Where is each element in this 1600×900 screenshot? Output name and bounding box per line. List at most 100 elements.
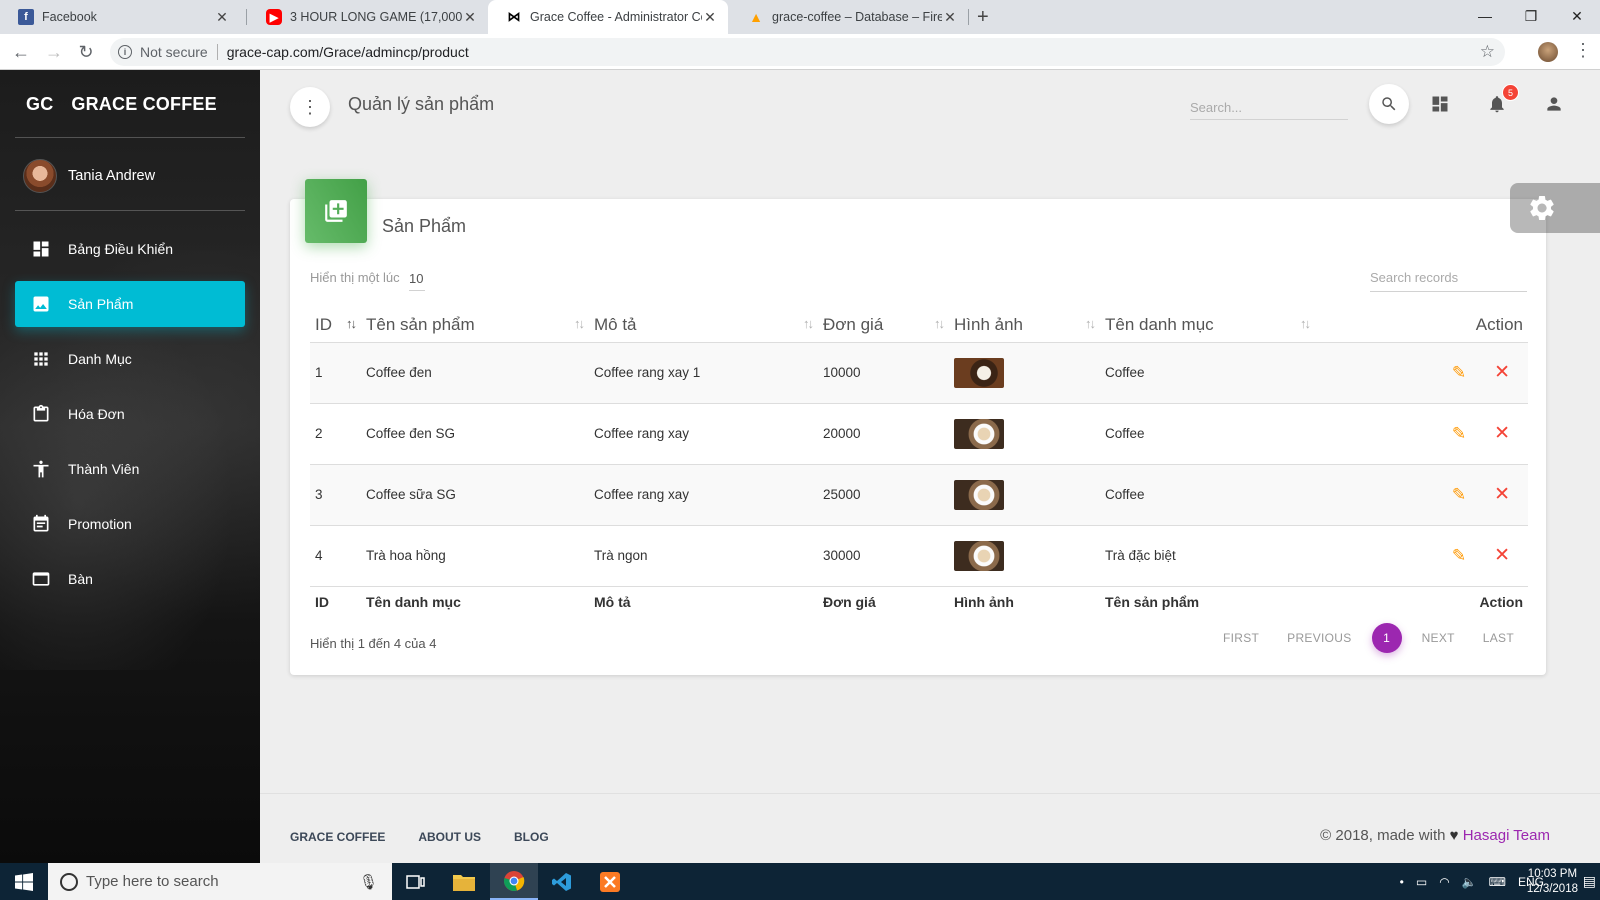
footer-link-home[interactable]: GRACE COFFEE (290, 830, 385, 844)
sidebar-toggle-button[interactable]: ⋮ (290, 87, 330, 127)
volume-icon[interactable]: 🔈 (1462, 875, 1477, 889)
browser-tab-youtube[interactable]: ▶ 3 HOUR LONG GAME (17,000+ A ✕ (248, 0, 488, 34)
restore-window-icon[interactable]: ❐ (1508, 0, 1554, 32)
edit-pencil-icon[interactable]: ✎ (1452, 424, 1466, 444)
sidebar-item-label: Danh Mục (68, 351, 132, 367)
bow-tie-icon: ⋈ (507, 9, 521, 24)
page-footer: GRACE COFFEE ABOUT US BLOG © 2018, made … (260, 793, 1600, 863)
file-explorer-icon[interactable] (440, 863, 488, 900)
edit-pencil-icon[interactable]: ✎ (1452, 546, 1466, 566)
sort-icon: ↑↓ (1085, 316, 1096, 331)
footer-link-blog[interactable]: BLOG (514, 830, 549, 844)
settings-plugin-button[interactable] (1510, 183, 1600, 233)
column-label: Hình ảnh (954, 314, 1023, 334)
microphone-icon[interactable]: 🎙 (359, 873, 378, 891)
brand-logo[interactable]: GC GRACE COFFEE (26, 94, 217, 115)
sidebar-item-members[interactable]: Thành Viên (15, 446, 245, 492)
user-name: Tania Andrew (68, 168, 156, 184)
table-row: 3 Coffee sữa SG Coffee rang xay 25000 Co… (310, 464, 1528, 525)
page-size-select[interactable]: 10 (409, 267, 425, 291)
footer-column-label: ID (315, 594, 329, 611)
column-header-image[interactable]: Hình ảnh ↑↓ (949, 308, 1100, 342)
dashboard-shortcut-icon[interactable] (1428, 92, 1452, 116)
battery-icon[interactable]: ▭ (1416, 875, 1427, 889)
search-icon (1382, 97, 1396, 111)
cell-name: Coffee sữa SG (366, 487, 456, 502)
cell-category: Trà đặc biệt (1105, 548, 1176, 563)
search-records-input[interactable] (1370, 263, 1527, 292)
team-link[interactable]: Hasagi Team (1463, 827, 1550, 844)
delete-x-icon[interactable]: ✕ (1494, 544, 1510, 567)
minimize-window-icon[interactable]: — (1462, 0, 1508, 32)
sidebar-item-invoices[interactable]: Hóa Đơn (15, 391, 245, 437)
top-search-input[interactable] (1190, 90, 1348, 120)
user-profile-icon[interactable] (1542, 92, 1566, 116)
pagination-current-page[interactable]: 1 (1371, 623, 1402, 653)
close-tab-icon[interactable]: ✕ (462, 9, 478, 25)
delete-x-icon[interactable]: ✕ (1494, 422, 1510, 445)
browser-menu-icon[interactable]: ⋮ (1574, 40, 1592, 61)
url-text[interactable]: grace-cap.com/Grace/admincp/product (227, 44, 469, 60)
column-header-category[interactable]: Tên danh mục ↑↓ (1100, 308, 1315, 342)
bookmark-star-icon[interactable]: ☆ (1480, 42, 1495, 62)
taskbar-search-box[interactable]: Type here to search 🎙 (48, 863, 392, 900)
browser-tab-strip: f Facebook ✕ ▶ 3 HOUR LONG GAME (17,000+… (0, 0, 1600, 34)
browser-toolbar: ← → ↻ i Not secure grace-cap.com/Grace/a… (0, 34, 1600, 70)
browser-profile-avatar[interactable] (1538, 42, 1558, 62)
sidebar-item-label: Bàn (68, 571, 93, 587)
address-bar[interactable]: i Not secure grace-cap.com/Grace/admincp… (110, 38, 1505, 66)
browser-tab-firebase[interactable]: ▲ grace-coffee – Database – Fireba ✕ (730, 0, 968, 34)
forward-arrow-icon[interactable]: → (42, 40, 66, 64)
search-button[interactable] (1369, 84, 1409, 124)
chrome-icon[interactable] (490, 863, 538, 900)
close-tab-icon[interactable]: ✕ (942, 9, 958, 25)
close-tab-icon[interactable]: ✕ (214, 9, 230, 25)
wifi-icon[interactable]: ◠ (1439, 875, 1449, 889)
info-icon[interactable]: i (118, 45, 132, 59)
column-header-description[interactable]: Mô tả ↑↓ (589, 308, 818, 342)
sidebar-item-dashboard[interactable]: Bảng Điều Khiển (15, 226, 245, 272)
notifications-icon[interactable]: 5 (1485, 84, 1519, 116)
keyboard-icon[interactable]: ⌨ (1489, 875, 1506, 889)
task-view-icon[interactable] (392, 863, 440, 900)
brand-name: GRACE COFFEE (71, 94, 217, 114)
column-header-id[interactable]: ID ↑↓ (310, 308, 361, 342)
delete-x-icon[interactable]: ✕ (1494, 483, 1510, 506)
sidebar-user[interactable]: Tania Andrew (23, 159, 155, 193)
close-window-icon[interactable]: ✕ (1554, 0, 1600, 32)
pagination-first-button[interactable]: FIRST (1209, 631, 1273, 645)
sidebar-item-promotion[interactable]: Promotion (15, 501, 245, 547)
pagination-previous-button[interactable]: PREVIOUS (1273, 631, 1365, 645)
sidebar-item-products[interactable]: Sản Phẩm (15, 281, 245, 327)
sidebar-item-tables[interactable]: Bàn (15, 556, 245, 602)
close-tab-icon[interactable]: ✕ (702, 9, 718, 25)
xampp-icon[interactable] (586, 863, 634, 900)
products-table: ID ↑↓ Tên sản phẩm ↑↓ Mô tả ↑↓ Đơn giá ↑↓ Hì… (310, 308, 1528, 618)
pagination-last-button[interactable]: LAST (1469, 631, 1528, 645)
action-center-icon[interactable]: ▤ (1583, 873, 1596, 890)
browser-tab-grace-coffee[interactable]: ⋈ Grace Coffee - Administrator Cor ✕ (488, 0, 728, 34)
browser-tab-facebook[interactable]: f Facebook ✕ (0, 0, 240, 34)
show-hidden-icons[interactable]: • (1400, 875, 1404, 889)
column-header-name[interactable]: Tên sản phẩm ↑↓ (361, 308, 589, 342)
table-row: 2 Coffee đen SG Coffee rang xay 20000 Co… (310, 403, 1528, 464)
security-label: Not secure (140, 44, 208, 60)
table-row: 4 Trà hoa hồng Trà ngon 30000 Trà đặc bi… (310, 525, 1528, 586)
copyright: © 2018, made with ♥ Hasagi Team (1320, 827, 1550, 844)
footer-link-about[interactable]: ABOUT US (418, 830, 481, 844)
sidebar-item-categories[interactable]: Danh Mục (15, 336, 245, 382)
new-tab-button[interactable]: + (977, 6, 989, 29)
taskbar-clock[interactable]: 10:03 PM 12/3/2018 (1527, 867, 1578, 897)
delete-x-icon[interactable]: ✕ (1494, 361, 1510, 384)
edit-pencil-icon[interactable]: ✎ (1452, 485, 1466, 505)
edit-pencil-icon[interactable]: ✎ (1452, 363, 1466, 383)
windows-start-button[interactable] (0, 863, 48, 900)
column-header-price[interactable]: Đơn giá ↑↓ (818, 308, 949, 342)
back-arrow-icon[interactable]: ← (9, 40, 33, 64)
pagination-next-button[interactable]: NEXT (1408, 631, 1469, 645)
reload-icon[interactable]: ↻ (74, 40, 98, 64)
clock-date: 12/3/2018 (1526, 883, 1578, 895)
vscode-icon[interactable] (538, 863, 586, 900)
footer-column-label: Hình ảnh (954, 594, 1014, 611)
cell-description: Trà ngon (594, 548, 648, 563)
